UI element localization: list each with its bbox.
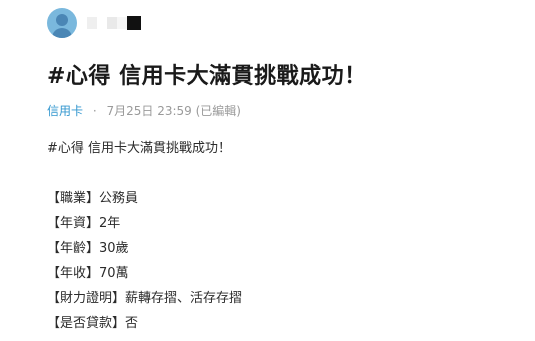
post-timestamp: 7月25日 23:59 (已編輯) (106, 104, 241, 118)
post-title: #心得 信用卡大滿貫挑戰成功！ (47, 64, 367, 89)
post-container: #心得 信用卡大滿貫挑戰成功！ 信用卡 · 7月25日 23:59 (已編輯) … (0, 0, 535, 341)
post-body: #心得 信用卡大滿貫挑戰成功！ 【職業】公務員 【年資】2年 【年齡】30歲 【… (47, 140, 242, 340)
board-link[interactable]: 信用卡 (47, 104, 83, 118)
body-line-occupation: 【職業】公務員 (47, 191, 139, 206)
avatar-head-shape (56, 14, 68, 26)
body-line-financial-proof: 【財力證明】薪轉存摺、活存存摺 (47, 291, 243, 306)
author-row (47, 8, 141, 38)
body-line-age: 【年齡】30歲 (47, 241, 129, 256)
avatar-body-shape (52, 28, 72, 38)
body-line-income: 【年收】70萬 (47, 266, 129, 281)
redaction-block (127, 16, 141, 30)
post-meta: 信用卡 · 7月25日 23:59 (已編輯) (47, 102, 241, 119)
redaction-mosaic (87, 17, 127, 29)
avatar[interactable] (47, 8, 77, 38)
body-line-loan: 【是否貸款】否 (47, 316, 139, 331)
meta-separator: · (92, 104, 97, 118)
body-line-seniority: 【年資】2年 (47, 216, 121, 231)
body-first-line: #心得 信用卡大滿貫挑戰成功！ (47, 141, 232, 156)
username-redacted (87, 16, 141, 30)
